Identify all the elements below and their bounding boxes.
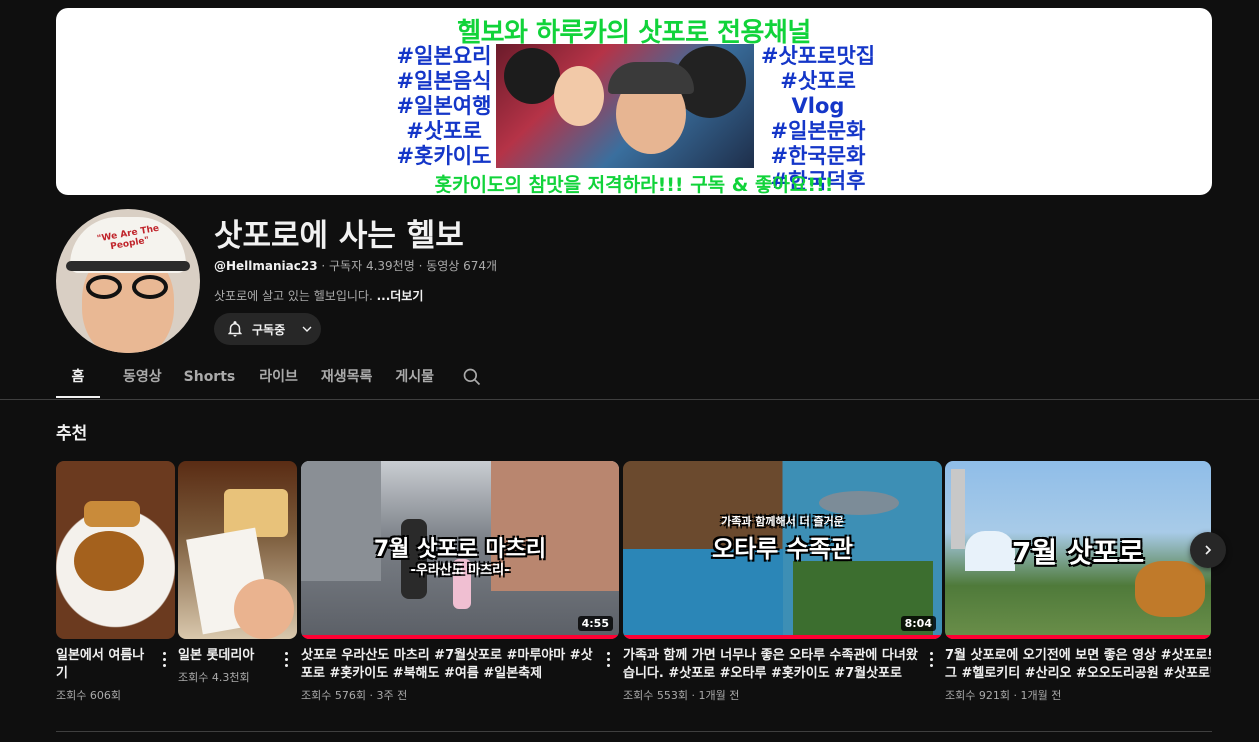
subscribed-label: 구독중 <box>252 322 286 337</box>
channel-avatar[interactable]: "We Are The People" <box>56 209 200 353</box>
video-thumbnail[interactable]: 가족과 함께해서 더 즐거운 오타루 수족관 8:04 <box>623 461 942 639</box>
video-duration: 8:04 <box>900 616 936 631</box>
chevron-down-icon <box>302 326 312 332</box>
more-actions-icon[interactable] <box>601 649 615 669</box>
subscribed-button[interactable]: 구독중 <box>214 313 321 345</box>
banner-tag: #삿포로맛집 <box>760 44 876 68</box>
video-title[interactable]: 삿포로 우라산도 마츠리 #7월삿포로 #마루야마 #삿포로 #홋카이도 #북해… <box>301 647 619 683</box>
tab-home[interactable]: 홈 <box>56 360 100 398</box>
banner-photo <box>496 44 754 168</box>
tab-videos[interactable]: 동영상 <box>123 360 162 398</box>
thumbnail-overlay-text: 7월 삿포로 <box>1011 536 1145 569</box>
video-card[interactable]: 일본에서 여름나기 조회수 606회 <box>56 461 175 703</box>
thumbnail-overlay-subtext: 가족과 함께해서 더 즐거운 <box>721 515 844 528</box>
channel-name: 삿포로에 사는 헬보 <box>214 218 464 254</box>
video-stats: 조회수 4.3천회 <box>178 671 250 684</box>
section-title: 추천 <box>56 424 88 444</box>
tab-posts[interactable]: 게시물 <box>395 360 434 398</box>
banner-tag: #한국문화 <box>770 144 866 168</box>
search-icon[interactable] <box>462 367 482 391</box>
channel-meta: @Hellmaniac23 · 구독자 4.39천명 · 동영상 674개 <box>214 257 497 274</box>
banner-tag: #삿포로 <box>406 119 482 143</box>
chevron-right-icon <box>1205 545 1212 555</box>
video-title[interactable]: 가족과 함께 가면 너무나 좋은 오타루 수족관에 다녀왔습니다. #삿포로 #… <box>623 647 942 683</box>
more-actions-icon[interactable] <box>157 649 171 669</box>
video-stats: 조회수 553회 · 1개월 전 <box>623 689 740 702</box>
more-link[interactable]: ...더보기 <box>377 289 424 303</box>
channel-stats: · 구독자 4.39천명 · 동영상 674개 <box>317 259 498 273</box>
more-actions-icon[interactable] <box>279 649 293 669</box>
video-card[interactable]: 가족과 함께해서 더 즐거운 오타루 수족관 8:04 가족과 함께 가면 너무… <box>623 461 942 703</box>
bell-icon <box>228 321 242 337</box>
video-stats: 조회수 606회 <box>56 689 121 702</box>
channel-tabs: 홈 동영상 Shorts 라이브 재생목록 게시물 <box>56 360 434 400</box>
tab-playlists[interactable]: 재생목록 <box>321 360 373 398</box>
banner-tag: #일본문화 <box>770 119 866 143</box>
carousel-next-button[interactable] <box>1190 532 1226 568</box>
tabs-divider <box>0 399 1259 400</box>
watch-progress-bar <box>945 635 1211 639</box>
banner-tag: #일본여행 <box>396 94 492 118</box>
description-text: 삿포로에 살고 있는 헬보입니다. <box>214 289 377 303</box>
channel-handle: @Hellmaniac23 <box>214 259 318 273</box>
thumbnail-overlay-subtext: -우라산도 마츠리- <box>410 563 510 578</box>
video-thumbnail[interactable]: 7월 삿포로 <box>945 461 1211 639</box>
video-card[interactable]: 7월 삿포로 마츠리 -우라산도 마츠리- 4:55 삿포로 우라산도 마츠리 … <box>301 461 619 703</box>
watch-progress-bar <box>301 635 619 639</box>
video-thumbnail[interactable] <box>56 461 175 639</box>
tab-shorts[interactable]: Shorts <box>184 360 236 398</box>
tab-live[interactable]: 라이브 <box>259 360 298 398</box>
video-thumbnail[interactable] <box>178 461 297 639</box>
video-card[interactable]: 7월 삿포로 7월 삿포로에 오기전에 보면 좋은 영상 #삿포로브이로그 #헬… <box>945 461 1211 703</box>
more-actions-icon[interactable] <box>924 649 938 669</box>
video-stats: 조회수 576회 · 3주 전 <box>301 689 408 702</box>
banner-tags-left: #일본요리 #일본음식 #일본여행 #삿포로 #홋카이도 <box>394 44 494 169</box>
video-stats: 조회수 921회 · 1개월 전 <box>945 689 1062 702</box>
banner-tag: #홋카이도 <box>396 144 492 168</box>
watch-progress-bar <box>623 635 942 639</box>
banner-tag: #삿포로Vlog <box>780 69 856 118</box>
video-thumbnail[interactable]: 7월 삿포로 마츠리 -우라산도 마츠리- 4:55 <box>301 461 619 639</box>
banner-tag: #일본요리 <box>396 44 492 68</box>
channel-description[interactable]: 삿포로에 살고 있는 헬보입니다. ...더보기 <box>214 287 423 304</box>
video-duration: 4:55 <box>577 616 613 631</box>
section-divider <box>56 731 1212 732</box>
banner-tag: #일본음식 <box>396 69 492 93</box>
banner-footer: 홋카이도의 참맛을 저격하라!!! 구독 & 좋아요!!! <box>434 174 834 195</box>
channel-banner: 헬보와 하루카의 삿포로 전용채널 #일본요리 #일본음식 #일본여행 #삿포로… <box>56 8 1212 195</box>
video-title[interactable]: 7월 삿포로에 오기전에 보면 좋은 영상 #삿포로브이로그 #헬로키티 #산리… <box>945 647 1211 683</box>
thumbnail-overlay-text: 오타루 수족관 <box>712 535 853 563</box>
video-title-text: 7월 삿포로에 오기전에 보면 좋은 영상 #삿포로브이로그 #헬로키티 #산리… <box>945 648 1211 681</box>
video-card[interactable]: 일본 롯데리아 조회수 4.3천회 <box>178 461 297 685</box>
